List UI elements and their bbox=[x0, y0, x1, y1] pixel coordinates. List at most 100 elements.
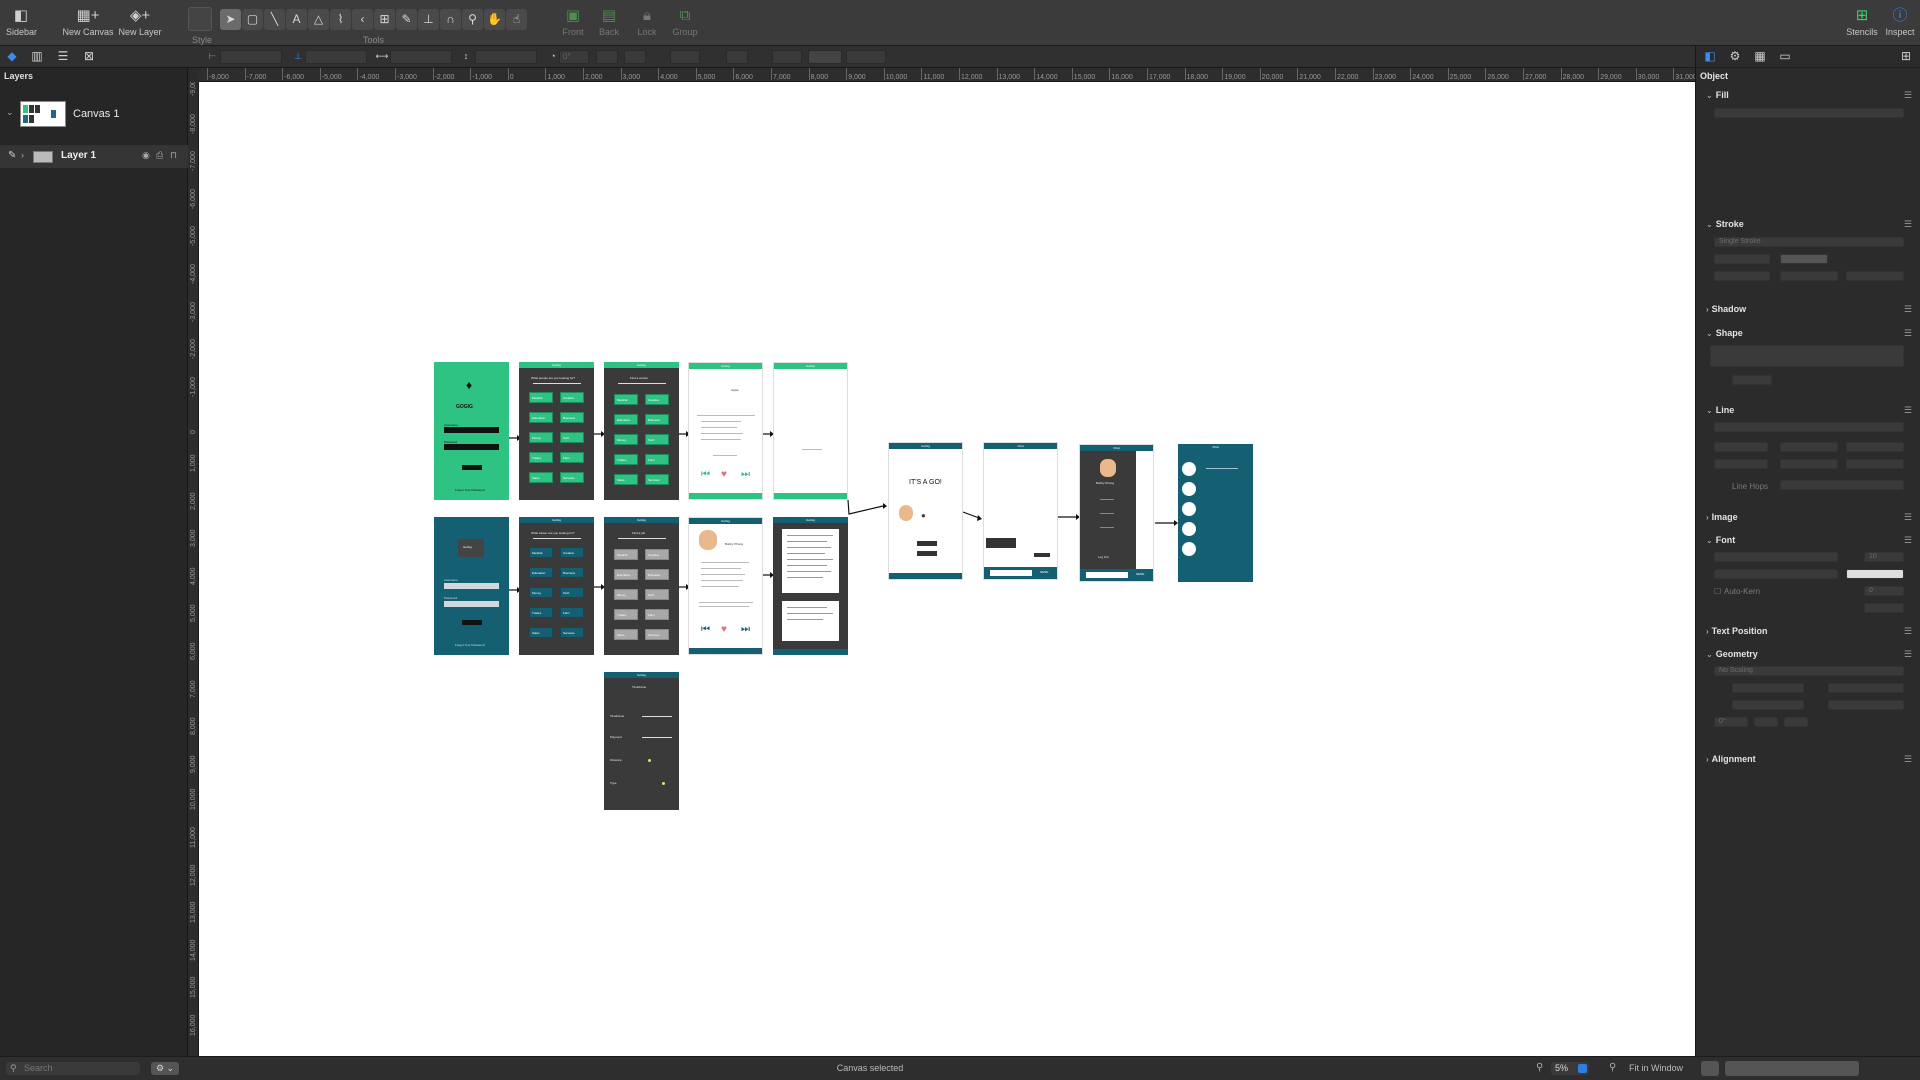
stroke-type-popup[interactable]: Single Stroke bbox=[1714, 237, 1904, 247]
fill-section[interactable]: ⌄ Fill bbox=[1706, 90, 1729, 100]
category-button[interactable]: Services bbox=[560, 627, 584, 638]
zoom-field[interactable]: 5% bbox=[1551, 1062, 1589, 1075]
canvas-area[interactable]: ♦ GOGIG Username Password Forgot Your Pa… bbox=[199, 82, 1695, 1056]
screen-its-a-go[interactable]: GoGig IT'S A GO! ● bbox=[888, 442, 963, 580]
contact-avatar[interactable] bbox=[1182, 542, 1196, 556]
category-button[interactable]: Services bbox=[560, 472, 584, 483]
category-button[interactable]: Education bbox=[614, 569, 638, 580]
stamp-icon[interactable]: ⊥ bbox=[418, 9, 439, 30]
screen-worker-profile[interactable]: GoGig Bobby Phung ⏮ ♥ ⏭ bbox=[688, 517, 763, 655]
fill-menu-icon[interactable]: ☰ bbox=[1904, 90, 1912, 101]
y-field[interactable] bbox=[305, 50, 367, 64]
stencils-button[interactable]: ⊞ Stencils bbox=[1846, 8, 1878, 38]
stroke-style-popup[interactable] bbox=[670, 50, 700, 64]
category-button[interactable]: Business bbox=[645, 414, 669, 425]
canvases-tab-icon[interactable]: ▥ bbox=[29, 49, 45, 64]
shadow-menu-icon[interactable]: ☰ bbox=[1904, 304, 1912, 315]
image-section[interactable]: › Image bbox=[1706, 512, 1738, 522]
line-section[interactable]: ⌄ Line bbox=[1706, 405, 1734, 415]
contact-avatar[interactable] bbox=[1182, 522, 1196, 536]
category-button[interactable]: Trades bbox=[529, 607, 553, 618]
back-button[interactable]: ▤ Back bbox=[596, 8, 622, 38]
line-menu-icon[interactable]: ☰ bbox=[1904, 405, 1912, 416]
layer-row[interactable]: ✎ › Layer 1 ◉ ⎙ ⊓ bbox=[0, 146, 188, 168]
category-button[interactable]: Creative bbox=[645, 394, 669, 405]
line-hops-popup[interactable] bbox=[1780, 480, 1904, 490]
object-inspector-icon[interactable]: ◧ bbox=[1702, 49, 1718, 64]
baseline-field[interactable] bbox=[1864, 603, 1904, 613]
kerning-field[interactable]: 0 bbox=[1864, 586, 1904, 596]
category-button[interactable]: Tech bbox=[560, 432, 584, 443]
category-button[interactable]: Sales bbox=[529, 627, 553, 638]
lock-button[interactable]: 🔒︎ Lock bbox=[634, 8, 660, 38]
line-width-field[interactable] bbox=[846, 50, 886, 64]
layers-tab-icon[interactable]: ◆ bbox=[4, 49, 20, 64]
contact-avatar[interactable] bbox=[1182, 482, 1196, 496]
flip-vertical-button[interactable] bbox=[624, 50, 646, 64]
line-start-size[interactable] bbox=[1714, 459, 1768, 469]
line-cap-buttons[interactable] bbox=[1846, 271, 1904, 281]
vertical-ruler[interactable]: -9,000 -8,000 -7,000 -6,000 -5,000 -4,000 -3,0… bbox=[188, 82, 199, 1056]
screen-login-teal[interactable]: GoGig Username Password Forgot Your Pass… bbox=[434, 517, 509, 655]
category-button[interactable]: Education bbox=[529, 567, 553, 578]
disclosure-triangle-icon[interactable]: ⌄ bbox=[6, 107, 14, 118]
font-menu-icon[interactable]: ☰ bbox=[1904, 535, 1912, 546]
shape-menu-icon[interactable]: ☰ bbox=[1904, 328, 1912, 339]
text-color-well[interactable] bbox=[1846, 569, 1904, 579]
alignment-section[interactable]: › Alignment bbox=[1706, 754, 1756, 764]
stroke-width-field[interactable] bbox=[1714, 254, 1770, 264]
visibility-eye-icon[interactable]: ◉ bbox=[142, 150, 150, 161]
line-start-popup[interactable] bbox=[1714, 442, 1768, 452]
select-arrow-icon[interactable]: ➤ bbox=[220, 9, 241, 30]
category-button[interactable]: Education bbox=[529, 412, 553, 423]
group-button[interactable]: ⧉ Group bbox=[670, 8, 700, 38]
image-menu-icon[interactable]: ☰ bbox=[1904, 512, 1912, 523]
font-family-popup[interactable] bbox=[1714, 552, 1838, 562]
screen-filters[interactable]: GoGig Timeframe Timeframe Payment Distan… bbox=[604, 672, 679, 810]
slider-track[interactable] bbox=[642, 737, 672, 738]
canvas-inspector-icon[interactable]: ▦ bbox=[1752, 49, 1768, 64]
password-field[interactable] bbox=[444, 601, 499, 607]
line-weight-popup[interactable] bbox=[772, 50, 802, 64]
screen-find-job-categories[interactable]: GoGig What career are you looking for? M… bbox=[519, 517, 594, 655]
auto-kern-checkbox[interactable]: ☐ bbox=[1714, 587, 1721, 596]
category-button[interactable]: Creative bbox=[560, 547, 584, 558]
category-button[interactable]: Money bbox=[614, 434, 638, 445]
width-field[interactable] bbox=[390, 50, 452, 64]
properties-gear-icon[interactable]: ⚙ bbox=[1727, 49, 1743, 64]
screen-find-worker-categories[interactable]: GoGig What people are you looking for? M… bbox=[519, 362, 594, 500]
inspector-style-button[interactable] bbox=[1701, 1061, 1719, 1076]
flip-horizontal-button[interactable] bbox=[1754, 717, 1778, 727]
heart-icon[interactable]: ♥ bbox=[721, 469, 727, 480]
category-button[interactable]: Services bbox=[645, 474, 669, 485]
corner-style-buttons[interactable] bbox=[1780, 271, 1838, 281]
slider-knob[interactable] bbox=[662, 782, 665, 785]
category-button[interactable]: Trades bbox=[614, 454, 638, 465]
category-button[interactable]: Farm bbox=[645, 609, 669, 620]
stroke-color-well[interactable] bbox=[808, 50, 842, 64]
category-button[interactable]: Farm bbox=[560, 452, 584, 463]
fit-in-window-button[interactable]: Fit in Window bbox=[1629, 1063, 1683, 1073]
geometry-rotation-field[interactable]: 0° bbox=[1714, 717, 1748, 727]
screen-find-worker-grid[interactable]: GoGig Find a worker Medical Creative Edu… bbox=[604, 362, 679, 500]
flip-horizontal-button[interactable] bbox=[596, 50, 618, 64]
geometry-section[interactable]: ⌄ Geometry bbox=[1706, 649, 1758, 659]
text-icon[interactable]: A bbox=[286, 9, 307, 30]
slider-knob[interactable] bbox=[648, 759, 651, 762]
new-canvas-button[interactable]: ▦+ New Canvas bbox=[62, 8, 114, 38]
forgot-link[interactable]: Forgot Your Password bbox=[455, 643, 485, 647]
screen-chat-empty[interactable]: Chat SEND bbox=[983, 442, 1058, 580]
previous-icon[interactable]: ⏮ bbox=[701, 624, 710, 635]
sign-in-button[interactable] bbox=[462, 465, 482, 470]
username-field[interactable] bbox=[444, 427, 499, 433]
password-field[interactable] bbox=[444, 444, 499, 450]
unlock-icon[interactable]: ⊓ bbox=[170, 150, 177, 161]
horizontal-ruler[interactable]: -8,000 -7,000 -6,000 -5,000 -4,000 -3,000 -2,0… bbox=[199, 68, 1695, 82]
shape-picker[interactable] bbox=[1710, 345, 1904, 367]
category-button[interactable]: Business bbox=[560, 412, 584, 423]
chevron-icon[interactable]: ‹ bbox=[352, 9, 373, 30]
zoom-in-icon[interactable]: ⚲ bbox=[1609, 1062, 1616, 1073]
sign-in-button[interactable] bbox=[462, 620, 482, 625]
category-button[interactable]: Trades bbox=[614, 609, 638, 620]
geometry-height-field[interactable] bbox=[1828, 700, 1904, 710]
